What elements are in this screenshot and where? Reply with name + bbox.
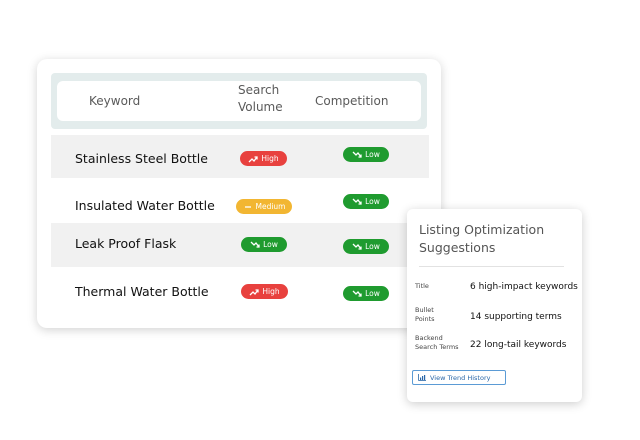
badge-text: Low [365,197,380,206]
badge-text: Medium [255,202,286,211]
volume-badge-high: High [240,151,287,166]
suggestion-value-bullets: 14 supporting terms [470,312,562,322]
table-header: Keyword Search Volume Competition [57,81,421,121]
trend-down-icon [250,241,260,248]
badge-text: Low [263,240,278,249]
table-row: Insulated Water Bottle Medium Low [51,178,429,223]
suggestion-value-title: 6 high-impact keywords [470,282,578,292]
table-row: Leak Proof Flask Low Low [51,223,429,267]
table-row: Stainless Steel Bottle High Low [51,135,429,178]
volume-badge-medium: Medium [236,199,292,214]
volume-badge-high: High [241,284,288,299]
suggestion-label-bullets: Bullet Points [415,306,435,323]
volume-badge-low: Low [241,237,287,252]
keyword-label: Insulated Water Bottle [75,198,215,213]
divider [419,266,564,267]
button-label: View Trend History [430,373,491,382]
trend-down-icon [352,243,362,250]
suggestions-panel: Listing Optimization Suggestions Title 6… [407,209,582,402]
badge-text: High [261,154,279,163]
keyword-label: Thermal Water Bottle [75,284,209,299]
keyword-table-card: Keyword Search Volume Competition Stainl… [37,59,441,328]
suggestions-title: Listing Optimization Suggestions [419,222,545,255]
header-competition: Competition [315,94,389,108]
trend-up-icon [249,288,260,295]
keyword-label: Leak Proof Flask [75,236,177,251]
view-trend-history-button[interactable]: View Trend History [412,370,506,385]
header-search-volume: Search Volume [238,83,283,114]
table-row: Thermal Water Bottle High Low [51,267,429,315]
competition-badge-low: Low [343,239,389,254]
competition-badge-low: Low [343,194,389,209]
suggestion-label-backend: Backend Search Terms [415,334,459,351]
trend-down-icon [352,198,362,205]
trend-down-icon [352,151,362,158]
suggestion-label-title: Title [415,282,429,290]
trend-up-icon [248,155,259,162]
table-header-band: Keyword Search Volume Competition [51,73,427,129]
trend-down-icon [352,290,362,297]
badge-text: High [262,287,280,296]
dash-icon [244,205,251,208]
header-keyword: Keyword [89,94,141,108]
suggestion-value-backend: 22 long-tail keywords [470,340,567,350]
competition-badge-low: Low [343,286,389,301]
badge-text: Low [365,289,380,298]
chart-icon [418,374,426,381]
keyword-label: Stainless Steel Bottle [75,151,208,166]
badge-text: Low [365,242,380,251]
badge-text: Low [365,150,380,159]
competition-badge-low: Low [343,147,389,162]
